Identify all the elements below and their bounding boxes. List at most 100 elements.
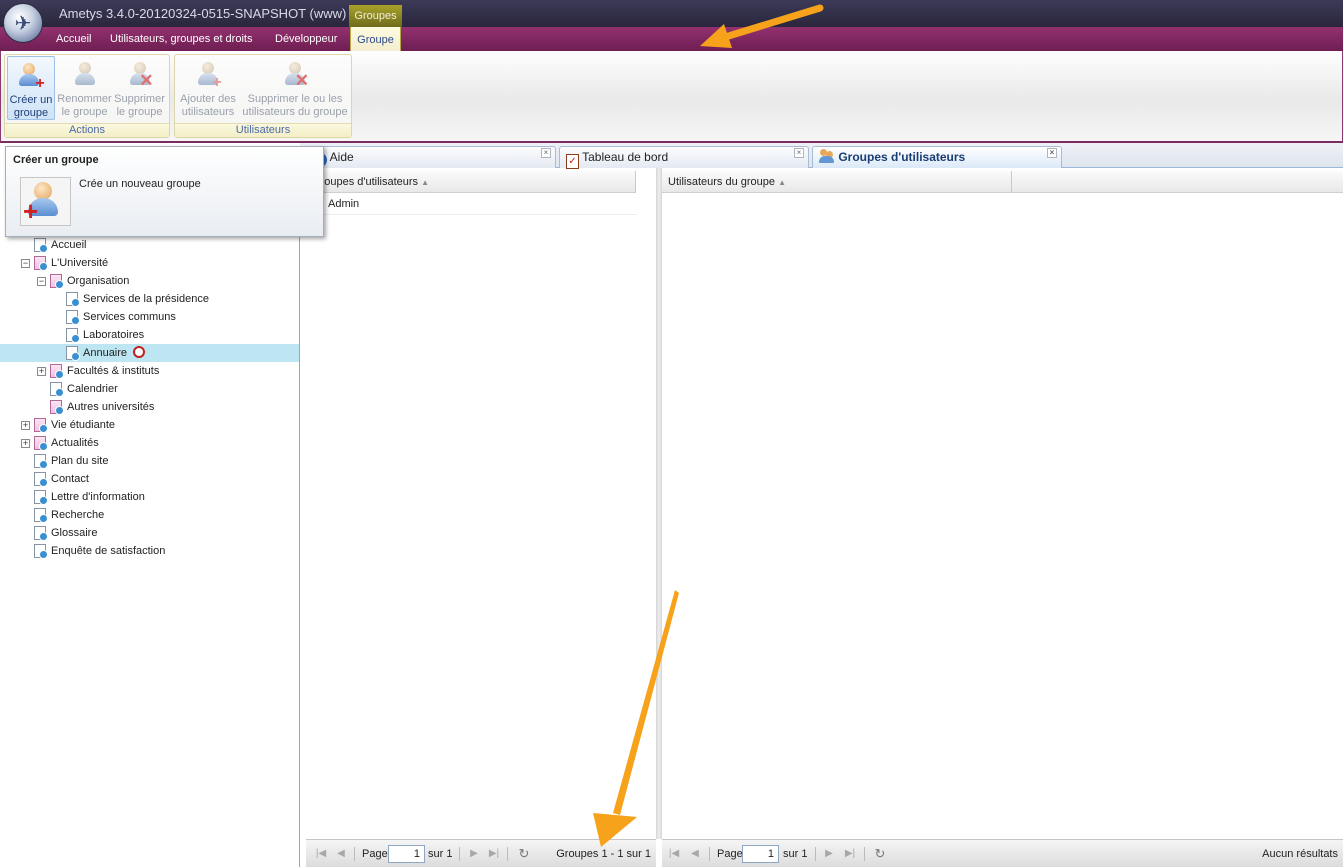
sitemap-node-label: Organisation (67, 275, 130, 287)
sort-ascending-icon: ▲ (778, 178, 786, 187)
sitemap-node-label: Lettre d'information (51, 491, 145, 503)
next-page-icon[interactable]: ▶ (822, 847, 836, 861)
sitemap-node[interactable]: Services communs (0, 308, 299, 326)
sitemap-node[interactable]: Annuaire (0, 344, 299, 362)
sitemap-node[interactable]: Calendrier (0, 380, 299, 398)
page-number-input[interactable]: 1 (388, 845, 425, 863)
refresh-icon[interactable]: ↻ (517, 847, 531, 861)
groups-grid-body: Admin (306, 194, 637, 215)
ribbon-tab-groupe[interactable]: Groupe (350, 27, 401, 51)
page-icon (34, 526, 48, 541)
page-icon (34, 544, 48, 559)
sitemap-node[interactable]: + Facultés & instituts (0, 362, 299, 380)
sitemap-node[interactable]: Enquête de satisfaction (0, 542, 299, 560)
page-icon (50, 382, 64, 397)
sitemap-node[interactable]: Accueil (0, 236, 299, 254)
members-pager-status: Aucun résultats (1262, 848, 1338, 860)
rename-group-button[interactable]: Renommer le groupe (57, 56, 112, 120)
tooltip-title: Créer un groupe (13, 154, 99, 166)
contextual-tab-group-label: Groupes (349, 5, 402, 27)
create-group-icon: + (15, 61, 47, 92)
create-group-tooltip: Créer un groupe + Crée un nouveau groupe (5, 146, 324, 237)
sitemap-node-label: Autres universités (67, 401, 155, 413)
ribbon-tab-users-groups-rights[interactable]: Utilisateurs, groupes et droits (110, 27, 252, 51)
sitemap-node-label: Services de la présidence (83, 293, 209, 305)
sitemap-node-label: Glossaire (51, 527, 98, 539)
ribbon-group-users-label: Utilisateurs (175, 123, 351, 137)
app-menu-orb-icon[interactable]: ✈ (3, 3, 43, 43)
last-page-icon[interactable]: ▶| (843, 847, 857, 861)
collapse-icon[interactable]: − (37, 277, 46, 286)
dashboard-icon: ✓ (566, 154, 579, 169)
close-icon[interactable]: × (1047, 148, 1057, 158)
search-icon (133, 346, 145, 358)
members-pager: |◀ ◀ Page 1 sur 1 ▶ ▶| ↻ Aucun résultats (662, 839, 1343, 867)
page-icon (34, 238, 48, 253)
page-number-input[interactable]: 1 (742, 845, 779, 863)
members-column-header[interactable]: Utilisateurs du groupe ▲ (662, 171, 1012, 193)
sitemap-node[interactable]: Plan du site (0, 452, 299, 470)
remove-user-icon: ✕ (279, 60, 311, 90)
add-users-button[interactable]: + Ajouter des utilisateurs (177, 56, 239, 120)
annotation-arrow-top (700, 4, 824, 48)
sitemap-node[interactable]: + Vie étudiante (0, 416, 299, 434)
next-page-icon[interactable]: ▶ (467, 847, 481, 861)
sitemap-node-label: Plan du site (51, 455, 109, 467)
page-icon (50, 274, 64, 289)
ribbon-tab-accueil[interactable]: Accueil (56, 27, 91, 51)
page-icon (66, 292, 80, 307)
page-icon (66, 346, 80, 361)
close-icon[interactable]: × (794, 148, 804, 158)
sitemap-node[interactable]: − L'Université (0, 254, 299, 272)
previous-page-icon[interactable]: ◀ (334, 847, 348, 861)
expand-icon[interactable]: + (37, 367, 46, 376)
create-group-large-icon: + (20, 177, 71, 226)
table-row[interactable]: Admin (306, 194, 637, 215)
delete-group-icon: ✕ (124, 60, 156, 90)
collapse-icon[interactable]: − (21, 259, 30, 268)
page-icon (34, 454, 48, 469)
ribbon-group-actions-label: Actions (5, 123, 169, 137)
refresh-icon[interactable]: ↻ (873, 847, 887, 861)
tab-aide[interactable]: ? Aide × (306, 146, 556, 168)
sitemap-node-label: Vie étudiante (51, 419, 116, 431)
sitemap-node[interactable]: Services de la présidence (0, 290, 299, 308)
tab-tableau-de-bord[interactable]: ✓ Tableau de bord × (559, 146, 809, 169)
sitemap-node-label: Laboratoires (83, 329, 145, 341)
page-icon (34, 436, 48, 451)
sitemap-node-label: Services communs (83, 311, 176, 323)
sitemap-node[interactable]: Glossaire (0, 524, 299, 542)
sitemap-node-label: Actualités (51, 437, 99, 449)
sitemap-node-label: Calendrier (67, 383, 118, 395)
sitemap-node[interactable]: + Actualités (0, 434, 299, 452)
first-page-icon[interactable]: |◀ (314, 847, 328, 861)
last-page-icon[interactable]: ▶| (487, 847, 501, 861)
add-user-icon: + (192, 60, 224, 91)
groups-column-header[interactable]: Groupes d'utilisateurs ▲ (306, 171, 636, 193)
remove-users-button[interactable]: ✕ Supprimer le ou les utilisateurs du gr… (240, 56, 350, 120)
members-header-filler (1012, 171, 1343, 193)
sitemap-node-label: L'Université (51, 257, 109, 269)
sitemap-node-label: Recherche (51, 509, 105, 521)
create-group-button[interactable]: + Créer un groupe (7, 56, 55, 120)
sitemap-node[interactable]: Contact (0, 470, 299, 488)
close-icon[interactable]: × (541, 148, 551, 158)
delete-group-button[interactable]: ✕ Supprimer le groupe (113, 56, 166, 120)
ribbon-tab-developer[interactable]: Développeur (275, 27, 337, 51)
sitemap-node[interactable]: Autres universités (0, 398, 299, 416)
annotation-arrow-bottom (593, 590, 679, 847)
sitemap-node-label: Contact (51, 473, 89, 485)
tab-groupes-utilisateurs[interactable]: Groupes d'utilisateurs × (812, 146, 1062, 168)
rename-group-icon (69, 60, 101, 90)
sitemap-node[interactable]: Lettre d'information (0, 488, 299, 506)
sitemap-node[interactable]: Recherche (0, 506, 299, 524)
page-icon (66, 310, 80, 325)
sitemap-node[interactable]: Laboratoires (0, 326, 299, 344)
window-title: Ametys 3.4.0-20120324-0515-SNAPSHOT (www… (59, 6, 347, 21)
expand-icon[interactable]: + (21, 439, 30, 448)
sitemap-node[interactable]: − Organisation (0, 272, 299, 290)
previous-page-icon[interactable]: ◀ (688, 847, 702, 861)
page-icon (34, 472, 48, 487)
sitemap-node-label: Accueil (51, 239, 87, 251)
expand-icon[interactable]: + (21, 421, 30, 430)
